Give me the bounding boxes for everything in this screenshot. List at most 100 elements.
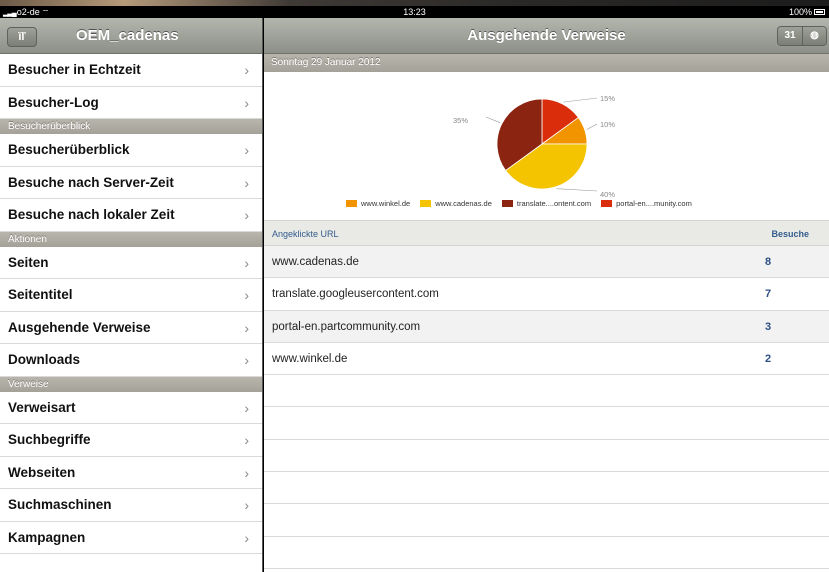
legend-label: portal-en....munity.com xyxy=(616,199,692,208)
report-list-item[interactable]: Kampagnen › xyxy=(0,521,262,554)
report-list: Besucher in Echtzeit › Besucher-Log › Besuch… xyxy=(0,54,262,554)
column-header-url: Angeklickte URL xyxy=(272,229,339,239)
chart-legend: www.winkel.de www.cadenas.de translate....… xyxy=(346,199,692,208)
report-list-item[interactable]: Seitentitel › xyxy=(0,279,262,312)
detail-panel: Ausgehende Verweise 31 ◍ Sonntag 29 Janu… xyxy=(264,18,829,572)
pie-data-label: 15% xyxy=(600,94,615,103)
report-list-item-label: Besuche nach Server-Zeit xyxy=(8,174,174,190)
table-row[interactable]: www.winkel.de 2 xyxy=(264,343,829,376)
section-header: Besucherüberblick xyxy=(0,119,262,134)
chevron-right-icon: › xyxy=(244,464,249,481)
report-list-item-label: Besucher-Log xyxy=(8,94,99,110)
cell-url: www.cadenas.de xyxy=(272,256,359,268)
legend-label: translate....ontent.com xyxy=(516,199,592,208)
report-list-item-label: Webseiten xyxy=(8,464,76,480)
empty-table-row xyxy=(264,440,829,473)
pie-data-label: 10% xyxy=(600,120,615,129)
cell-visits: 2 xyxy=(765,352,772,365)
report-list-item-label: Seitentitel xyxy=(8,287,73,302)
chevron-right-icon: › xyxy=(244,207,249,223)
calendar-icon: 31 xyxy=(784,30,796,41)
legend-swatch xyxy=(420,200,432,207)
report-list-item-label: Besucherüberblick xyxy=(8,142,130,157)
section-header: Aktionen xyxy=(0,231,262,247)
report-list-item[interactable]: Downloads › xyxy=(0,344,262,377)
chevron-right-icon: › xyxy=(244,142,249,158)
battery: 100% xyxy=(789,6,825,18)
report-list-item-label: Downloads xyxy=(8,352,81,367)
master-navbar: ĭľ OEM_cadenas xyxy=(0,18,262,54)
chevron-right-icon: › xyxy=(244,432,249,448)
status-bar: ▂▃▄o2-de ⌔ 13:23 100% xyxy=(0,6,829,18)
globe-button[interactable]: ◍ xyxy=(802,27,826,45)
report-list-item[interactable]: Besucher in Echtzeit › xyxy=(0,54,262,87)
detail-navbar: Ausgehende Verweise 31 ◍ xyxy=(264,18,829,54)
report-list-item[interactable]: Besucherüberblick › xyxy=(0,134,262,167)
page-title: Ausgehende Verweise xyxy=(467,27,626,44)
cell-url: translate.googleusercontent.com xyxy=(272,288,439,301)
master-panel: ĭľ OEM_cadenas Besucher in Echtzeit › Besu… xyxy=(0,18,263,572)
chevron-right-icon: › xyxy=(244,352,249,368)
legend-swatch xyxy=(601,200,613,207)
chevron-right-icon: › xyxy=(244,399,249,416)
clock: 13:23 xyxy=(403,7,426,17)
empty-table-row xyxy=(264,537,829,569)
tools-button[interactable]: ĭľ xyxy=(7,27,37,47)
section-header: Verweise xyxy=(0,376,262,392)
pie-leader-line xyxy=(563,97,598,103)
navbar-button-group: 31 ◍ xyxy=(777,26,827,46)
report-list-item[interactable]: Verweisart › xyxy=(0,391,262,424)
cell-visits: 3 xyxy=(765,320,772,333)
report-list-item-label: Besucher in Echtzeit xyxy=(8,62,141,77)
column-header-visits: Besuche xyxy=(771,229,809,239)
chevron-right-icon: › xyxy=(244,254,249,271)
legend-item: portal-en....munity.com xyxy=(601,199,692,208)
battery-icon xyxy=(814,9,825,15)
report-list-item-label: Suchbegriffe xyxy=(8,432,91,447)
chevron-right-icon: › xyxy=(244,62,249,78)
legend-item: www.winkel.de xyxy=(346,199,410,208)
table-row[interactable]: portal-en.partcommunity.com 3 xyxy=(264,310,829,343)
report-list-item-label: Verweisart xyxy=(8,399,76,415)
report-list-item[interactable]: Seiten › xyxy=(0,246,262,279)
pie-data-label: 40% xyxy=(600,190,615,199)
report-list-item-label: Kampagnen xyxy=(8,529,86,545)
pie-chart: 15% 10% 40% 35% www.winkel.de www.cadenas.de… xyxy=(264,72,829,220)
chevron-right-icon: › xyxy=(244,319,249,336)
calendar-button[interactable]: 31 xyxy=(778,27,802,45)
report-list-item[interactable]: Ausgehende Verweise › xyxy=(0,311,262,344)
chevron-right-icon: › xyxy=(244,497,249,513)
report-list-item[interactable]: Besuche nach lokaler Zeit › xyxy=(0,199,262,232)
report-list-item-label: Suchmaschinen xyxy=(8,497,112,512)
report-list-item[interactable]: Besucher-Log › xyxy=(0,86,262,119)
table-header: Angeklickte URL Besuche xyxy=(264,220,829,246)
report-list-item[interactable]: Suchbegriffe › xyxy=(0,424,262,457)
table-body: www.cadenas.de 8 translate.googleuserconte… xyxy=(264,246,829,569)
legend-item: www.cadenas.de xyxy=(420,199,492,208)
report-list-item[interactable]: Webseiten › xyxy=(0,456,262,489)
legend-label: www.cadenas.de xyxy=(435,199,492,208)
cell-url: portal-en.partcommunity.com xyxy=(272,320,421,333)
legend-swatch xyxy=(501,200,513,207)
legend-swatch xyxy=(346,200,357,207)
table-row[interactable]: www.cadenas.de 8 xyxy=(264,246,829,279)
report-list-item-label: Seiten xyxy=(8,254,49,270)
tools-icon: ĭľ xyxy=(18,31,26,43)
legend-label: www.winkel.de xyxy=(361,199,411,208)
report-list-item[interactable]: Suchmaschinen › xyxy=(0,489,262,522)
report-list-item-label: Ausgehende Verweise xyxy=(8,319,151,335)
cell-url: www.winkel.de xyxy=(272,352,348,365)
site-title: OEM_cadenas xyxy=(76,27,179,44)
empty-table-row xyxy=(264,407,829,440)
report-list-item[interactable]: Besuche nach Server-Zeit › xyxy=(0,166,262,199)
chevron-right-icon: › xyxy=(244,287,249,303)
date-header: Sonntag 29 Januar 2012 xyxy=(264,54,829,72)
table-row[interactable]: translate.googleusercontent.com 7 xyxy=(264,278,829,311)
pie-leader-line xyxy=(586,123,598,130)
chevron-right-icon: › xyxy=(244,94,249,111)
legend-item: translate....ontent.com xyxy=(501,199,592,208)
globe-icon: ◍ xyxy=(810,30,819,41)
chevron-right-icon: › xyxy=(244,529,249,546)
battery-percent: 100% xyxy=(788,7,812,17)
empty-table-row xyxy=(264,472,829,505)
